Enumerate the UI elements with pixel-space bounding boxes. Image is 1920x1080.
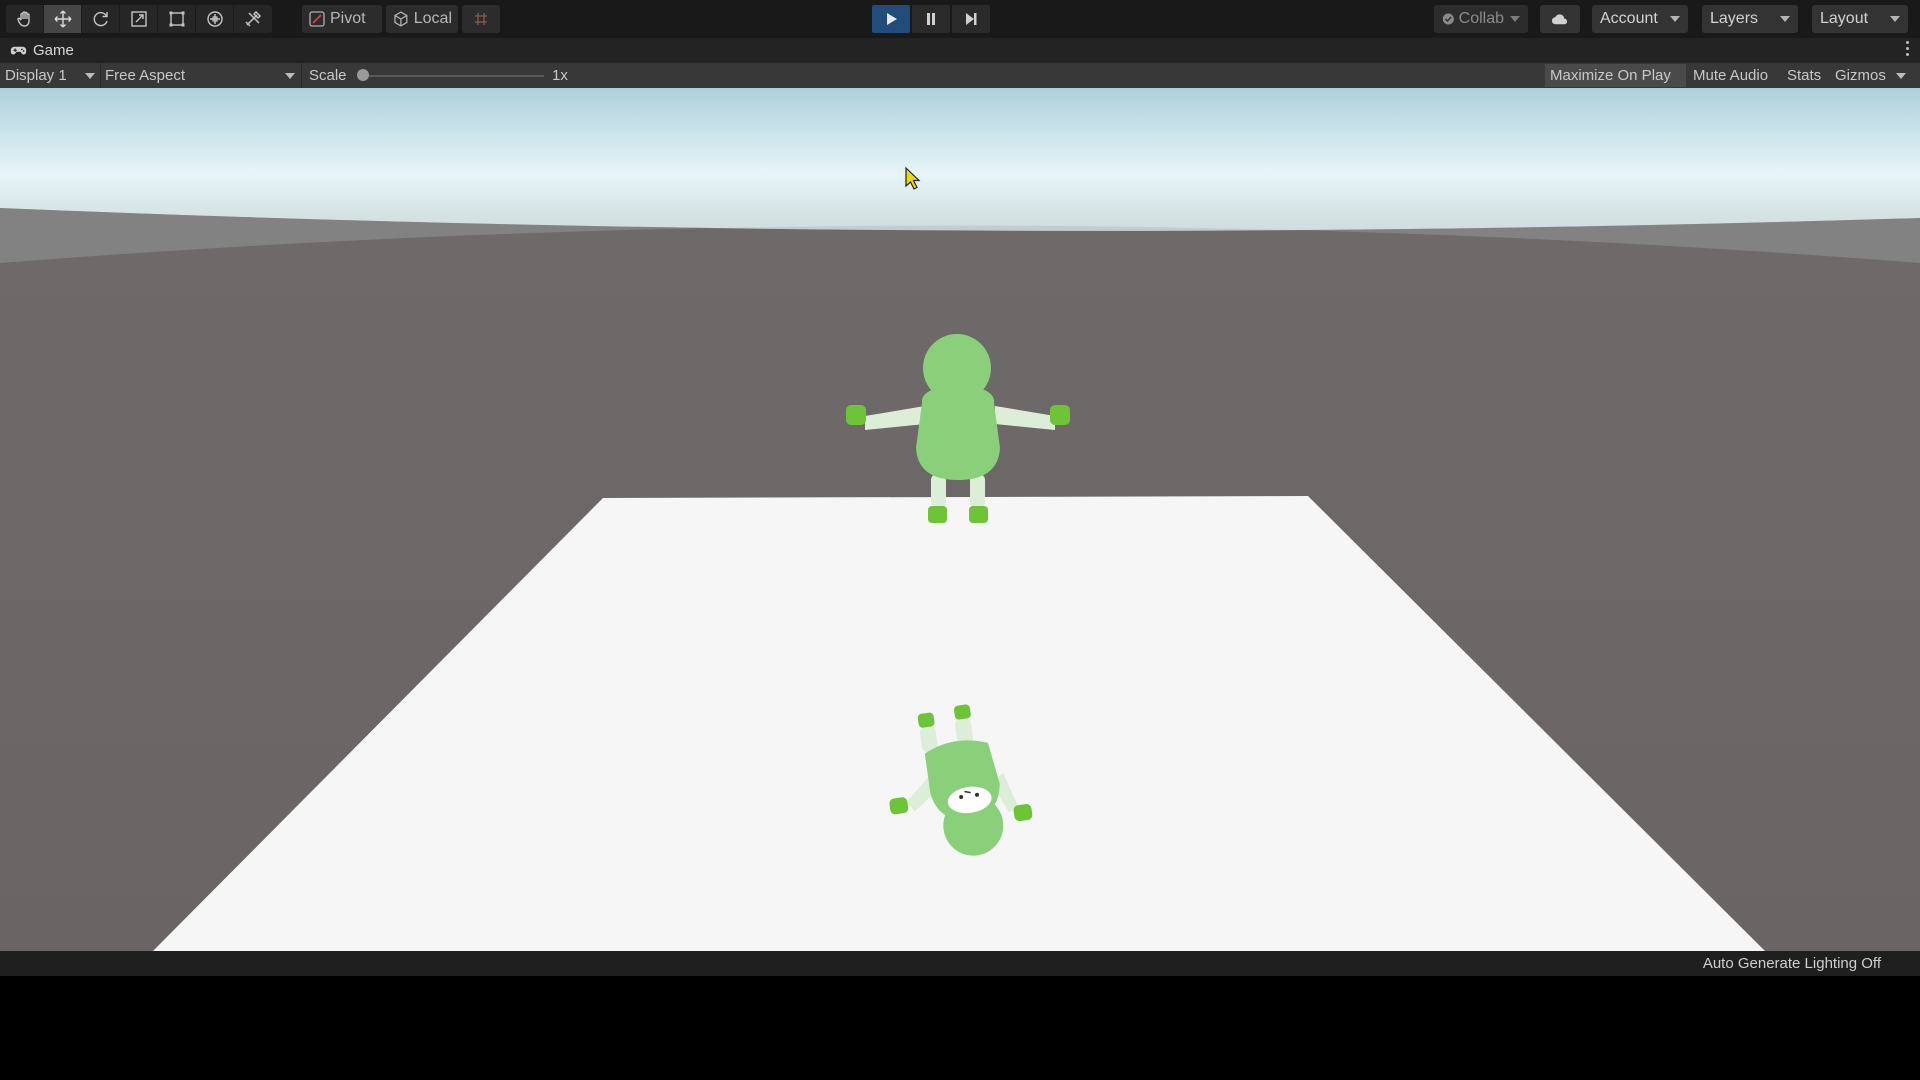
pause-button[interactable] [912, 5, 950, 33]
layout-label: Layout [1820, 10, 1869, 27]
aspect-dropdown[interactable]: Free Aspect [105, 63, 295, 88]
check-circle-icon [1442, 13, 1454, 25]
chevron-down-icon [85, 72, 95, 79]
local-cube-icon [394, 11, 408, 27]
play-button[interactable] [872, 5, 910, 33]
mute-label: Mute Audio [1693, 67, 1769, 84]
tab-game-label: Game [33, 42, 74, 59]
cloud-icon [1551, 14, 1568, 25]
transform-tool-button[interactable] [196, 5, 234, 33]
grid-snap-toggle[interactable] [462, 5, 500, 33]
transform-icon [206, 11, 223, 27]
custom-tool-button[interactable] [234, 5, 272, 33]
pivot-label: Pivot [330, 10, 366, 27]
tab-game[interactable]: Game [0, 38, 84, 63]
local-label: Local [413, 10, 452, 27]
layers-dropdown[interactable]: Layers [1702, 5, 1798, 33]
grid-snap-icon [475, 13, 487, 25]
hand-tool-button[interactable] [6, 5, 44, 33]
gizmos-dropdown[interactable]: Gizmos [1830, 64, 1920, 87]
maximize-on-play-toggle[interactable]: Maximize On Play [1545, 64, 1686, 87]
play-icon [887, 13, 897, 25]
mute-audio-toggle[interactable]: Mute Audio [1688, 64, 1779, 87]
status-text: Auto Generate Lighting Off [1702, 955, 1881, 972]
scale-value: 1x [552, 67, 568, 84]
move-tool-button[interactable] [44, 5, 82, 33]
layers-label: Layers [1710, 10, 1759, 27]
hand-icon [16, 11, 30, 27]
gamepad-icon [10, 46, 27, 54]
rect-tool-button[interactable] [158, 5, 196, 33]
scale-tool-button[interactable] [120, 5, 158, 33]
collab-dropdown[interactable]: Collab [1434, 5, 1528, 33]
status-bar: Auto Generate Lighting Off [0, 951, 1920, 976]
tab-bar: Game [0, 38, 1920, 63]
game-viewport[interactable] [0, 88, 1920, 951]
scene-render [0, 88, 1920, 951]
custom-tool-icon [245, 10, 262, 27]
stats-toggle[interactable]: Stats [1782, 64, 1826, 87]
account-label: Account [1600, 10, 1658, 27]
scale-label: Scale [309, 67, 347, 84]
rotate-tool-button[interactable] [82, 5, 120, 33]
aspect-label: Free Aspect [105, 67, 186, 84]
gizmos-label: Gizmos [1835, 67, 1886, 84]
game-view-toolbar: Display 1 Free Aspect Scale 1x Maximize … [0, 63, 1920, 88]
move-icon [54, 10, 71, 28]
pivot-icon [309, 11, 325, 27]
step-icon [966, 13, 977, 25]
cloud-button[interactable] [1540, 5, 1580, 33]
step-button[interactable] [952, 5, 990, 33]
transform-tools [6, 5, 272, 33]
local-toggle[interactable]: Local [386, 5, 458, 33]
maximize-label: Maximize On Play [1550, 67, 1671, 84]
account-dropdown[interactable]: Account [1592, 5, 1688, 33]
scale-slider-track[interactable] [362, 75, 544, 77]
rect-icon [169, 11, 184, 27]
scale-icon [130, 11, 147, 27]
display-dropdown[interactable]: Display 1 [5, 63, 95, 88]
more-options-icon[interactable] [1906, 41, 1910, 56]
stats-label: Stats [1787, 67, 1822, 84]
main-toolbar: Pivot Local Collab Account Layers Layout [0, 0, 1920, 38]
chevron-down-icon [285, 72, 295, 79]
layout-dropdown[interactable]: Layout [1812, 5, 1908, 33]
pause-icon [927, 13, 935, 25]
display-label: Display 1 [5, 67, 67, 84]
scale-slider-handle[interactable] [357, 69, 369, 81]
rotate-icon [93, 11, 108, 27]
chevron-down-icon [1895, 72, 1906, 79]
play-controls [872, 5, 990, 33]
collab-label: Collab [1458, 10, 1504, 27]
pivot-toggle[interactable]: Pivot [302, 5, 382, 33]
